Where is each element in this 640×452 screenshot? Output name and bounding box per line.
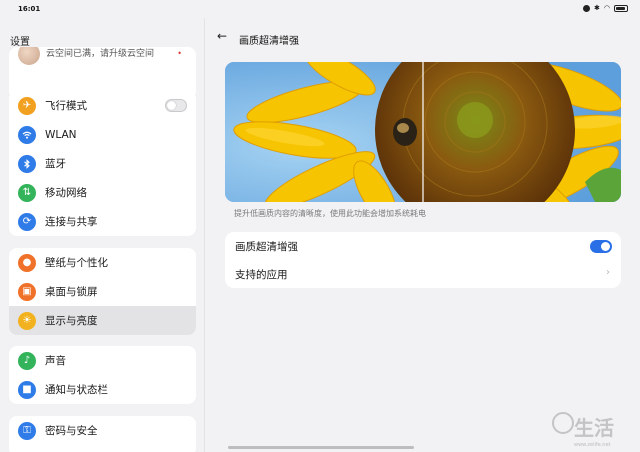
sound-notification-group: ♪ 声音 ■ 通知与状态栏 [9, 346, 196, 404]
status-bar: 16:01 ✱ ◠ [0, 0, 640, 18]
watermark-url: www.zelife.net [574, 442, 611, 448]
page-title: 画质超清增强 [239, 36, 299, 47]
sidebar-item-desktop-lock[interactable]: ▣ 桌面与锁屏 [9, 277, 196, 306]
airplane-icon: ✈ [18, 96, 36, 115]
sidebar-item-label: 密码与安全 [45, 425, 98, 437]
palette-icon: ● [18, 253, 36, 272]
camera-icon [583, 4, 591, 12]
account-status-text: 云空间已满，请升级云空间 [46, 49, 155, 59]
mobile-network-icon: ⇅ [18, 183, 36, 202]
sidebar-item-label: 蓝牙 [45, 158, 66, 170]
sidebar-item-label: 通知与状态栏 [45, 384, 108, 396]
sidebar-item-notification[interactable]: ■ 通知与状态栏 [9, 375, 196, 404]
detail-panel: ← 画质超清增强 提升低画质内容的清晰度，使用此功能会增加系统耗电 画质超清增强… [206, 18, 640, 452]
sidebar-item-label: 飞行模式 [45, 100, 87, 112]
enhancement-toggle-row[interactable]: 画质超清增强 [225, 232, 621, 260]
status-time: 16:01 [18, 5, 41, 13]
bluetooth-icon [18, 154, 36, 173]
watermark-text: 生活 [574, 416, 614, 440]
watermark: 生活 www.zelife.net [552, 408, 640, 452]
key-icon: ⚿ [18, 421, 36, 440]
watermark-logo-icon [552, 412, 574, 434]
chevron-right-icon: › [606, 267, 610, 278]
status-icons: ✱ ◠ [583, 4, 628, 12]
sidebar-item-display-brightness[interactable]: ☀ 显示与亮度 [9, 306, 196, 335]
desktop-lock-icon: ▣ [18, 282, 36, 301]
sidebar-item-label: WLAN [45, 128, 77, 141]
supported-apps-row[interactable]: 支持的应用 › [225, 260, 621, 288]
sidebar-item-bluetooth[interactable]: 蓝牙 [9, 149, 196, 178]
sidebar-item-mobile-network[interactable]: ⇅ 移动网络 [9, 178, 196, 207]
settings-sidebar: 设置 云空间已满，请升级云空间 • ✈ 飞行模式 WLAN 蓝牙 ⇅ 移动网络 [0, 18, 205, 452]
sidebar-item-airplane-mode[interactable]: ✈ 飞行模式 [9, 91, 196, 120]
feature-caption: 提升低画质内容的清晰度，使用此功能会增加系统耗电 [234, 209, 426, 218]
row-label: 画质超清增强 [235, 240, 298, 253]
avatar [18, 47, 40, 65]
sidebar-item-label: 桌面与锁屏 [45, 286, 98, 298]
sidebar-item-sound[interactable]: ♪ 声音 [9, 346, 196, 375]
brightness-icon: ☀ [18, 311, 36, 330]
enhancement-toggle[interactable] [590, 240, 612, 253]
sidebar-item-label: 连接与共享 [45, 216, 98, 228]
sidebar-item-label: 显示与亮度 [45, 315, 98, 327]
security-group: ⚿ 密码与安全 [9, 416, 196, 452]
airplane-mode-toggle[interactable] [165, 99, 187, 112]
back-arrow-icon[interactable]: ← [217, 29, 227, 43]
sidebar-item-wlan[interactable]: WLAN [9, 120, 196, 149]
sidebar-item-wallpaper[interactable]: ● 壁纸与个性化 [9, 248, 196, 277]
wifi-icon [18, 125, 36, 144]
sunflower-comparison-image [225, 62, 621, 202]
connection-share-icon: ⟳ [18, 212, 36, 231]
sidebar-item-password-security[interactable]: ⚿ 密码与安全 [9, 416, 196, 445]
wifi-status-icon: ◠ [603, 4, 610, 12]
sidebar-item-label: 移动网络 [45, 187, 87, 199]
sidebar-title: 设置 [10, 37, 30, 48]
sidebar-item-label: 声音 [45, 355, 66, 367]
alert-dot-icon: • [177, 49, 182, 58]
bluetooth-status-icon: ✱ [594, 4, 600, 12]
row-label: 支持的应用 [235, 268, 288, 281]
enhancement-settings-card: 画质超清增强 支持的应用 › [225, 232, 621, 288]
sidebar-item-label: 壁纸与个性化 [45, 257, 108, 269]
connectivity-group: ✈ 飞行模式 WLAN 蓝牙 ⇅ 移动网络 ⟳ 连接与共享 [9, 91, 196, 236]
sidebar-item-connection-share[interactable]: ⟳ 连接与共享 [9, 207, 196, 236]
notification-icon: ■ [18, 380, 36, 399]
battery-icon [614, 4, 628, 12]
home-indicator[interactable] [228, 446, 414, 449]
personalization-group: ● 壁纸与个性化 ▣ 桌面与锁屏 ☀ 显示与亮度 [9, 248, 196, 335]
bell-icon: ♪ [18, 351, 36, 370]
